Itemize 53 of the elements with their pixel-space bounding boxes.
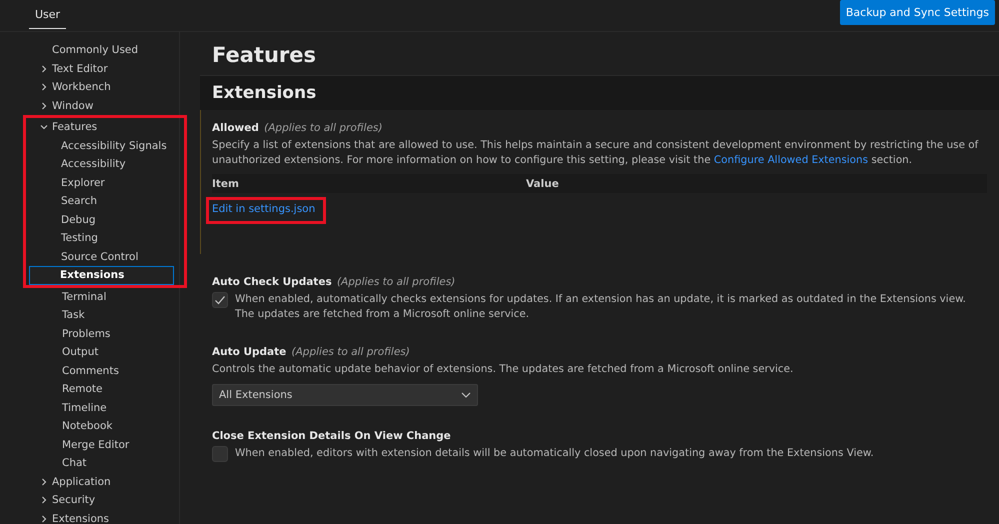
tree-item[interactable]: Search xyxy=(26,192,176,210)
chevron-icon xyxy=(40,83,48,92)
tree-item[interactable]: Accessibility Signals xyxy=(26,136,176,155)
chevron-icon xyxy=(40,123,48,132)
tree-item[interactable]: Source Control xyxy=(26,248,176,266)
tree-item[interactable]: Window xyxy=(0,96,177,115)
tree-item[interactable]: Timeline xyxy=(0,398,177,417)
column-header: Item xyxy=(212,178,240,190)
tree-item[interactable]: Comments xyxy=(0,362,177,380)
setting-description: Specify a list of extensions that are allowed to use. This helps maintain a secure and consistent development environment by restricting the use of unauthorized extensions. For more information on how to configure this setting, please visit the Configure Allowed Extensions section. xyxy=(212,138,980,168)
tree-item[interactable]: Extensions xyxy=(0,510,177,524)
column-header: Value xyxy=(526,178,560,190)
edit-link[interactable]: Edit in settings.json xyxy=(212,203,316,215)
tree-item[interactable]: Workbench xyxy=(0,78,177,96)
tree-item[interactable]: Merge Editor xyxy=(0,436,177,454)
chevron-icon xyxy=(40,478,48,486)
tree-item[interactable]: Output xyxy=(0,343,177,362)
tree-item[interactable]: Explorer xyxy=(26,174,176,192)
tree-item[interactable]: Features xyxy=(26,118,176,136)
tree-item[interactable]: Testing xyxy=(26,229,176,248)
checkbox[interactable] xyxy=(212,292,228,308)
setting-title: Close Extension Details On View Change xyxy=(212,430,452,442)
tree-item[interactable]: Notebook xyxy=(0,417,177,436)
tree-item[interactable]: Application xyxy=(0,472,177,491)
dropdown[interactable]: All Extensions xyxy=(212,384,478,406)
tree-item[interactable]: Debug xyxy=(26,210,176,229)
tab[interactable]: User xyxy=(29,0,66,29)
setting-description: Controls the automatic update behavior of extensions. The updates are fetched from a Microsoft online service. xyxy=(212,362,794,377)
chevron-icon xyxy=(40,102,48,110)
link[interactable]: Configure Allowed Extensions xyxy=(714,154,868,166)
checkbox[interactable] xyxy=(212,446,228,462)
tree-item[interactable]: Chat xyxy=(0,454,177,472)
tree-item[interactable]: Task xyxy=(0,306,177,324)
tree-item[interactable]: Problems xyxy=(0,324,177,343)
setting-description: When enabled, editors with extension details will be automatically closed upon navigating away from the Extensions View. xyxy=(235,446,874,461)
section-title: Extensions xyxy=(212,83,316,103)
backup-sync-button[interactable]: Backup and Sync Settings xyxy=(840,0,995,25)
tree-item[interactable]: Remote xyxy=(0,380,177,398)
tree-item[interactable]: Terminal xyxy=(0,288,177,306)
setting-description: When enabled, automatically checks extensions for updates. If an extension has an update, it is marked as outdated in the Extensions view. The updates are fetched from a Microsoft online service. xyxy=(235,292,967,322)
chevron-icon xyxy=(40,514,48,523)
chevron-icon xyxy=(40,64,48,73)
tree-item[interactable]: Extensions xyxy=(29,266,174,284)
page-title: Features xyxy=(211,42,317,69)
setting-title: Auto Update (Applies to all profiles) xyxy=(212,346,411,358)
setting-title: Allowed (Applies to all profiles) xyxy=(212,122,384,134)
tree-item[interactable]: Commonly Used xyxy=(0,41,177,60)
chevron-icon xyxy=(461,392,471,398)
setting-title: Auto Check Updates (Applies to all profiles) xyxy=(212,276,456,288)
tree-item[interactable]: Accessibility xyxy=(26,155,176,174)
tree-item[interactable]: Security xyxy=(0,491,177,510)
chevron-icon xyxy=(40,496,48,504)
tree-item[interactable]: Text Editor xyxy=(0,60,177,78)
